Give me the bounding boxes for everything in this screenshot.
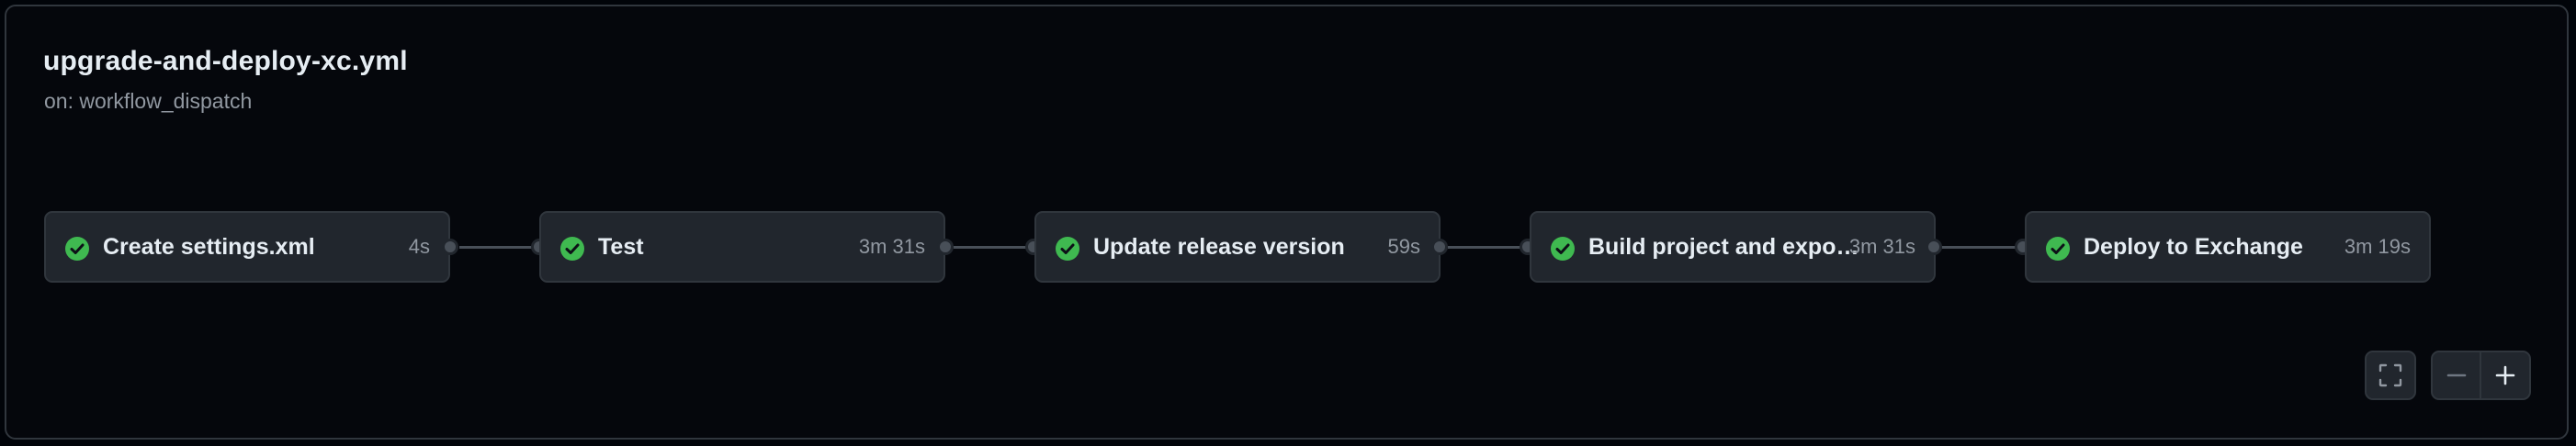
job-output-port: [1926, 239, 1942, 255]
job-name: Build project and expo…: [1588, 234, 1859, 260]
check-circle-icon: [64, 236, 90, 262]
check-circle-icon: [559, 236, 585, 262]
job-name: Update release version: [1093, 234, 1345, 260]
job-duration: 3m 19s: [2344, 235, 2411, 258]
job-card-create-settings[interactable]: Create settings.xml 4s: [44, 211, 450, 283]
zoom-out-button[interactable]: [2431, 351, 2481, 400]
fullscreen-button[interactable]: [2365, 351, 2416, 400]
job-name: Create settings.xml: [103, 234, 315, 260]
job-duration: 3m 31s: [1848, 235, 1915, 258]
workflow-trigger: on: workflow_dispatch: [44, 89, 253, 113]
job-output-port: [1431, 239, 1448, 255]
job-card-deploy-to-exchange[interactable]: Deploy to Exchange 3m 19s: [2025, 211, 2431, 283]
job-connector: [954, 246, 1031, 249]
job-duration: 3m 31s: [858, 235, 925, 258]
job-name: Deploy to Exchange: [2084, 234, 2303, 260]
workflow-title: upgrade-and-deploy-xc.yml: [43, 46, 408, 76]
check-circle-icon: [1550, 236, 1576, 262]
job-connector: [1448, 246, 1525, 249]
job-card-test[interactable]: Test 3m 31s: [539, 211, 945, 283]
job-card-update-release-version[interactable]: Update release version 59s: [1034, 211, 1441, 283]
job-connector: [1942, 246, 2019, 249]
job-duration: 59s: [1387, 235, 1420, 258]
job-output-port: [937, 239, 954, 255]
job-connector: [459, 246, 537, 249]
job-output-port: [442, 239, 458, 255]
check-circle-icon: [1055, 236, 1080, 262]
job-card-build-project[interactable]: Build project and expo… 3m 31s: [1530, 211, 1936, 283]
job-name: Test: [598, 234, 644, 260]
job-duration: 4s: [408, 235, 430, 258]
zoom-in-button[interactable]: [2480, 351, 2531, 400]
check-circle-icon: [2045, 236, 2071, 262]
